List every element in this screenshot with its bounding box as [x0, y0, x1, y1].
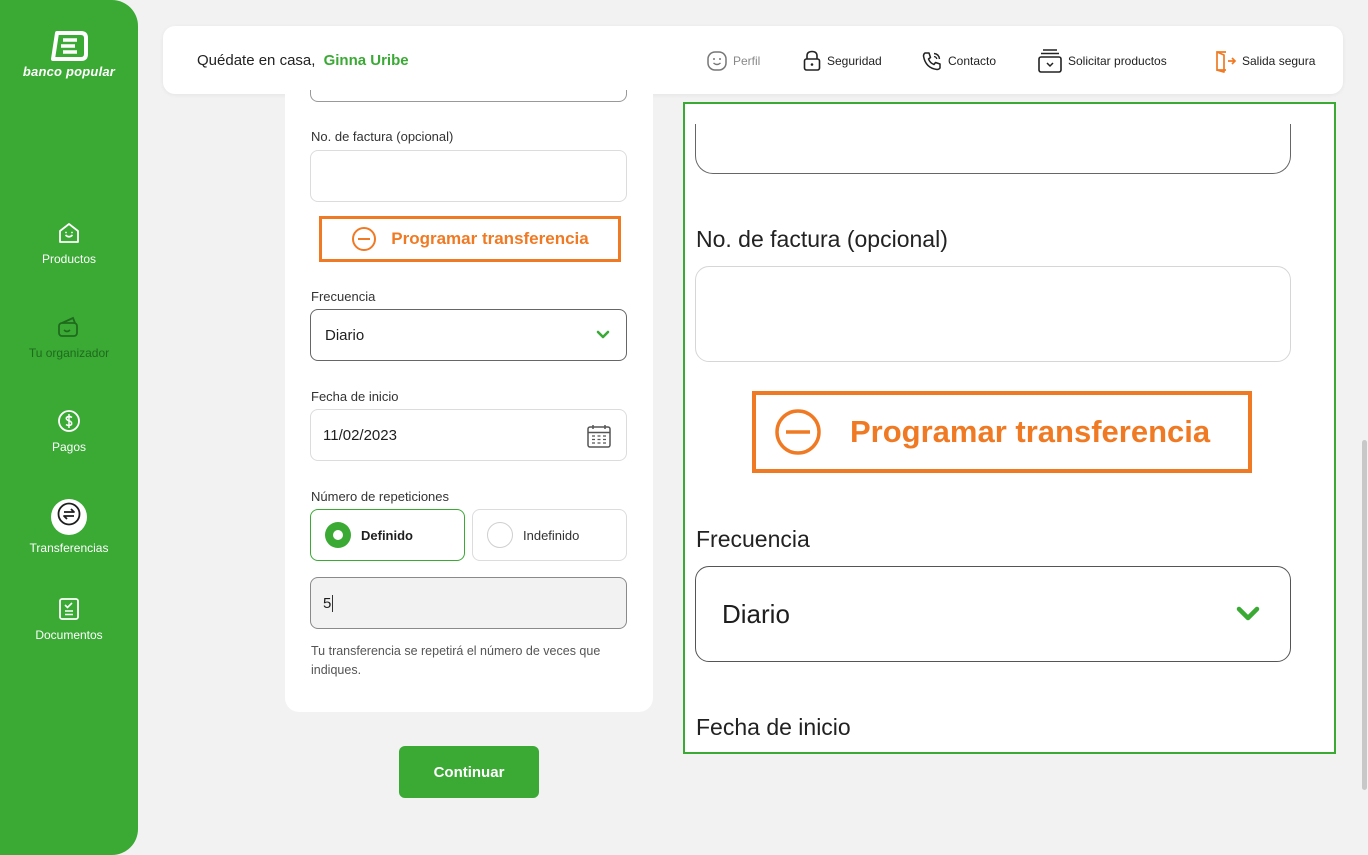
document-icon	[59, 598, 79, 620]
dollar-icon	[58, 410, 80, 432]
radio-undefined-label: Indefinido	[523, 527, 580, 543]
header-nav-contacto[interactable]: Contacto	[921, 48, 996, 74]
sidebar: banco popular Productos Tu organizador P…	[0, 0, 138, 855]
repetitions-label: Número de repeticiones	[311, 489, 450, 504]
home-smile-icon	[59, 223, 79, 243]
sidebar-item-label: Productos	[41, 252, 97, 266]
start-date-value: 11/02/2023	[323, 426, 397, 444]
transfer-icon	[57, 502, 81, 526]
sidebar-item-label: Documentos	[35, 628, 103, 642]
radio-unchecked-indicator	[487, 522, 513, 548]
header-nav-salida-segura[interactable]: Salida segura	[1213, 48, 1315, 74]
radio-defined[interactable]: Definido	[310, 509, 465, 561]
sidebar-item-pagos[interactable]: Pagos	[0, 408, 138, 454]
header-nav-seguridad[interactable]: Seguridad	[802, 48, 882, 74]
repetitions-value: 5	[323, 594, 332, 612]
radio-defined-label: Definido	[361, 527, 413, 543]
zoom-start-date-label: Fecha de inicio	[696, 714, 851, 740]
brand-logo[interactable]: banco popular	[0, 30, 138, 79]
header-nav-label: Solicitar productos	[1068, 54, 1167, 68]
zoom-invoice-input	[695, 266, 1291, 362]
radio-undefined[interactable]: Indefinido	[472, 509, 627, 561]
minus-circle-icon	[775, 409, 821, 455]
header-nav-solicitar-productos[interactable]: Solicitar productos	[1037, 48, 1167, 74]
user-name: Ginna Uribe	[323, 52, 409, 69]
frequency-value: Diario	[325, 326, 365, 344]
zoom-schedule-transfer-label: Programar transferencia	[850, 414, 1211, 449]
schedule-transfer-label: Programar transferencia	[391, 229, 589, 248]
header-nav-perfil[interactable]: Perfil	[706, 48, 760, 74]
invoice-label: No. de factura (opcional)	[311, 129, 454, 144]
banco-popular-logo-icon	[51, 31, 88, 61]
lock-icon	[803, 50, 821, 71]
sidebar-item-label: Transferencias	[29, 541, 109, 555]
zoom-frequency-label: Frecuencia	[696, 526, 810, 552]
previous-field-bottom[interactable]	[310, 90, 627, 102]
header-nav-label: Perfil	[733, 54, 761, 68]
header-nav-label: Salida segura	[1242, 54, 1316, 68]
start-date-input[interactable]: 11/02/2023	[310, 409, 627, 461]
header-nav-label: Seguridad	[827, 54, 882, 68]
sidebar-item-productos[interactable]: Productos	[0, 220, 138, 266]
repetitions-hint: Tu transferencia se repetirá el número d…	[311, 644, 601, 677]
frequency-select[interactable]: Diario	[310, 309, 627, 361]
chevron-down-icon	[596, 330, 610, 339]
zoom-invoice-label: No. de factura (opcional)	[696, 226, 948, 252]
zoom-frequency-value: Diario	[722, 598, 790, 629]
exit-door-icon	[1216, 51, 1237, 73]
text-caret	[332, 594, 334, 612]
invoice-input[interactable]	[310, 150, 627, 202]
zoom-preview-panel: No. de factura (opcional) Programar tran…	[683, 102, 1336, 754]
brand-name: banco popular	[22, 64, 116, 79]
calendar-icon[interactable]	[586, 423, 612, 449]
sidebar-item-tu-organizador[interactable]: Tu organizador	[0, 314, 138, 360]
smile-face-icon	[707, 51, 727, 71]
sidebar-item-label: Tu organizador	[28, 346, 110, 360]
page-scrollbar[interactable]	[1362, 440, 1367, 790]
start-date-label: Fecha de inicio	[311, 389, 399, 404]
minus-circle-icon	[352, 227, 377, 251]
chevron-down-icon	[1236, 606, 1260, 621]
radio-checked-indicator	[325, 522, 351, 548]
zoom-frequency-select: Diario	[695, 566, 1291, 662]
top-header: Quédate en casa, Ginna Uribe Perfil Segu…	[163, 26, 1343, 94]
zoom-previous-field-bottom	[695, 124, 1291, 174]
greeting-text: Quédate en casa,	[197, 52, 316, 69]
zoom-schedule-transfer-button: Programar transferencia	[752, 391, 1252, 473]
sidebar-item-transferencias[interactable]: Transferencias	[0, 499, 138, 555]
header-nav-label: Contacto	[948, 54, 997, 68]
greeting: Quédate en casa, Ginna Uribe	[197, 52, 409, 69]
frequency-label: Frecuencia	[311, 289, 376, 304]
continue-button[interactable]: Continuar	[399, 746, 539, 798]
repetitions-input[interactable]: 5	[310, 577, 627, 629]
wallet-icon	[58, 316, 78, 337]
schedule-transfer-button[interactable]: Programar transferencia	[319, 216, 621, 262]
phone-icon	[922, 52, 941, 71]
sidebar-item-label: Pagos	[51, 440, 87, 454]
transfer-form-card: No. de factura (opcional) Programar tran…	[285, 90, 653, 712]
box-stack-icon	[1038, 49, 1062, 73]
active-indicator	[51, 499, 87, 535]
sidebar-item-documentos[interactable]: Documentos	[0, 596, 138, 642]
